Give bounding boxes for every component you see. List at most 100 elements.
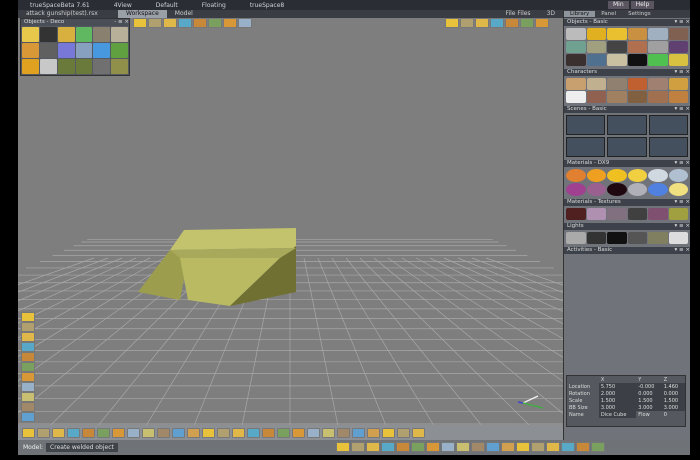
library-item[interactable] [648, 54, 668, 66]
library-item[interactable] [566, 208, 586, 220]
scene-thumbnail[interactable] [648, 137, 688, 157]
property-value[interactable]: 1.500 [598, 397, 637, 404]
left-tool-icon-11[interactable] [21, 412, 35, 422]
library-thumbnail[interactable] [22, 43, 39, 58]
property-value[interactable]: 3.000 [598, 404, 637, 411]
library-item[interactable] [648, 208, 668, 220]
section-controls[interactable]: ▾ ≡ × [675, 247, 690, 254]
library-item[interactable] [627, 78, 647, 90]
min-button[interactable]: Min [608, 1, 629, 9]
library-item[interactable] [627, 91, 647, 103]
status-tool-icon-4[interactable] [381, 442, 395, 452]
status-tool-icon-6[interactable] [411, 442, 425, 452]
material-swatch[interactable] [566, 169, 586, 182]
section-title[interactable]: Scenes - Basic [567, 106, 607, 113]
property-value[interactable]: 1.500 [636, 397, 662, 404]
material-swatch[interactable] [648, 183, 668, 196]
library-thumbnail[interactable] [111, 43, 128, 58]
bottom-tool-icon-10[interactable] [157, 427, 170, 438]
library-item[interactable] [607, 41, 627, 53]
bottom-tool-icon-26[interactable] [397, 427, 410, 438]
library-item[interactable] [586, 41, 606, 53]
material-swatch[interactable] [586, 169, 606, 182]
library-item[interactable] [627, 41, 647, 53]
left-tool-icon-9[interactable] [21, 392, 35, 402]
bottom-tool-icon-27[interactable] [412, 427, 425, 438]
axis-tool-icon-4[interactable] [490, 18, 504, 28]
material-swatch[interactable] [627, 169, 647, 182]
library-thumbnail[interactable] [93, 27, 111, 42]
library-item[interactable] [607, 232, 627, 244]
section-controls[interactable]: ▾ ≡ × [675, 106, 690, 113]
tab-workspace[interactable]: Workspace [118, 10, 167, 18]
left-tool-icon-7[interactable] [21, 372, 35, 382]
left-tool-icon-2[interactable] [21, 322, 35, 332]
tool-icon-8[interactable] [238, 18, 252, 28]
bottom-tool-icon-14[interactable] [217, 427, 230, 438]
bottom-tool-icon-2[interactable] [37, 427, 50, 438]
material-swatch[interactable] [566, 183, 586, 196]
library-thumbnail[interactable] [93, 43, 111, 58]
section-title[interactable]: Activities - Basic [567, 247, 612, 254]
library-item[interactable] [648, 91, 668, 103]
property-value[interactable]: 1.500 [661, 397, 685, 404]
file-files-button[interactable]: File Files [497, 10, 538, 18]
library-thumbnail[interactable] [111, 59, 128, 74]
bottom-tool-icon-23[interactable] [352, 427, 365, 438]
tab-library[interactable]: Library [564, 11, 596, 17]
tab-settings[interactable]: Settings [622, 11, 657, 17]
axis-tool-icon-5[interactable] [505, 18, 519, 28]
status-tool-icon-15[interactable] [546, 442, 560, 452]
bottom-tool-icon-7[interactable] [112, 427, 125, 438]
library-item[interactable] [648, 78, 668, 90]
tool-icon-1[interactable] [133, 18, 147, 28]
axis-tool-icon-7[interactable] [535, 18, 549, 28]
material-swatch[interactable] [627, 183, 647, 196]
axis-tool-icon-1[interactable] [445, 18, 459, 28]
library-item[interactable] [586, 28, 606, 40]
bottom-tool-icon-24[interactable] [367, 427, 380, 438]
status-tool-icon-8[interactable] [441, 442, 455, 452]
property-value[interactable]: 3.000 [636, 404, 662, 411]
library-item[interactable] [586, 54, 606, 66]
bottom-tool-icon-5[interactable] [82, 427, 95, 438]
status-tool-icon-12[interactable] [501, 442, 515, 452]
library-item[interactable] [668, 78, 688, 90]
left-tool-icon-10[interactable] [21, 402, 35, 412]
library-thumbnail[interactable] [75, 27, 93, 42]
tool-icon-5[interactable] [193, 18, 207, 28]
bottom-tool-icon-13[interactable] [202, 427, 215, 438]
axis-tool-icon-6[interactable] [520, 18, 534, 28]
status-tool-icon-9[interactable] [456, 442, 470, 452]
bottom-tool-icon-3[interactable] [52, 427, 65, 438]
library-item[interactable] [566, 28, 586, 40]
library-item[interactable] [607, 78, 627, 90]
section-controls[interactable]: ▾ ≡ × [675, 160, 690, 167]
status-tool-icon-18[interactable] [591, 442, 605, 452]
status-tool-icon-16[interactable] [561, 442, 575, 452]
library-item[interactable] [648, 28, 668, 40]
bottom-tool-icon-4[interactable] [67, 427, 80, 438]
library-item[interactable] [648, 232, 668, 244]
section-title[interactable]: Characters [567, 69, 597, 76]
left-tool-icon-4[interactable] [21, 342, 35, 352]
bottom-tool-icon-17[interactable] [262, 427, 275, 438]
bottom-tool-icon-21[interactable] [322, 427, 335, 438]
status-tool-icon-3[interactable] [366, 442, 380, 452]
layout-4view[interactable]: 4View [102, 2, 144, 9]
material-swatch[interactable] [607, 183, 627, 196]
library-thumbnail[interactable] [75, 43, 93, 58]
library-item[interactable] [668, 208, 688, 220]
section-controls[interactable]: ▾ ≡ × [675, 199, 690, 206]
bottom-tool-icon-11[interactable] [172, 427, 185, 438]
property-value[interactable]: 5.750 [598, 383, 637, 390]
library-item[interactable] [566, 232, 586, 244]
status-tool-icon-17[interactable] [576, 442, 590, 452]
section-controls[interactable]: ▾ ≡ × [675, 19, 690, 26]
bottom-tool-icon-22[interactable] [337, 427, 350, 438]
flow-value[interactable]: 0 [662, 411, 685, 418]
library-item[interactable] [586, 208, 606, 220]
section-controls[interactable]: ▾ ≡ × [675, 223, 690, 230]
library-item[interactable] [566, 41, 586, 53]
view-mode-3d[interactable]: 3D [539, 10, 563, 18]
